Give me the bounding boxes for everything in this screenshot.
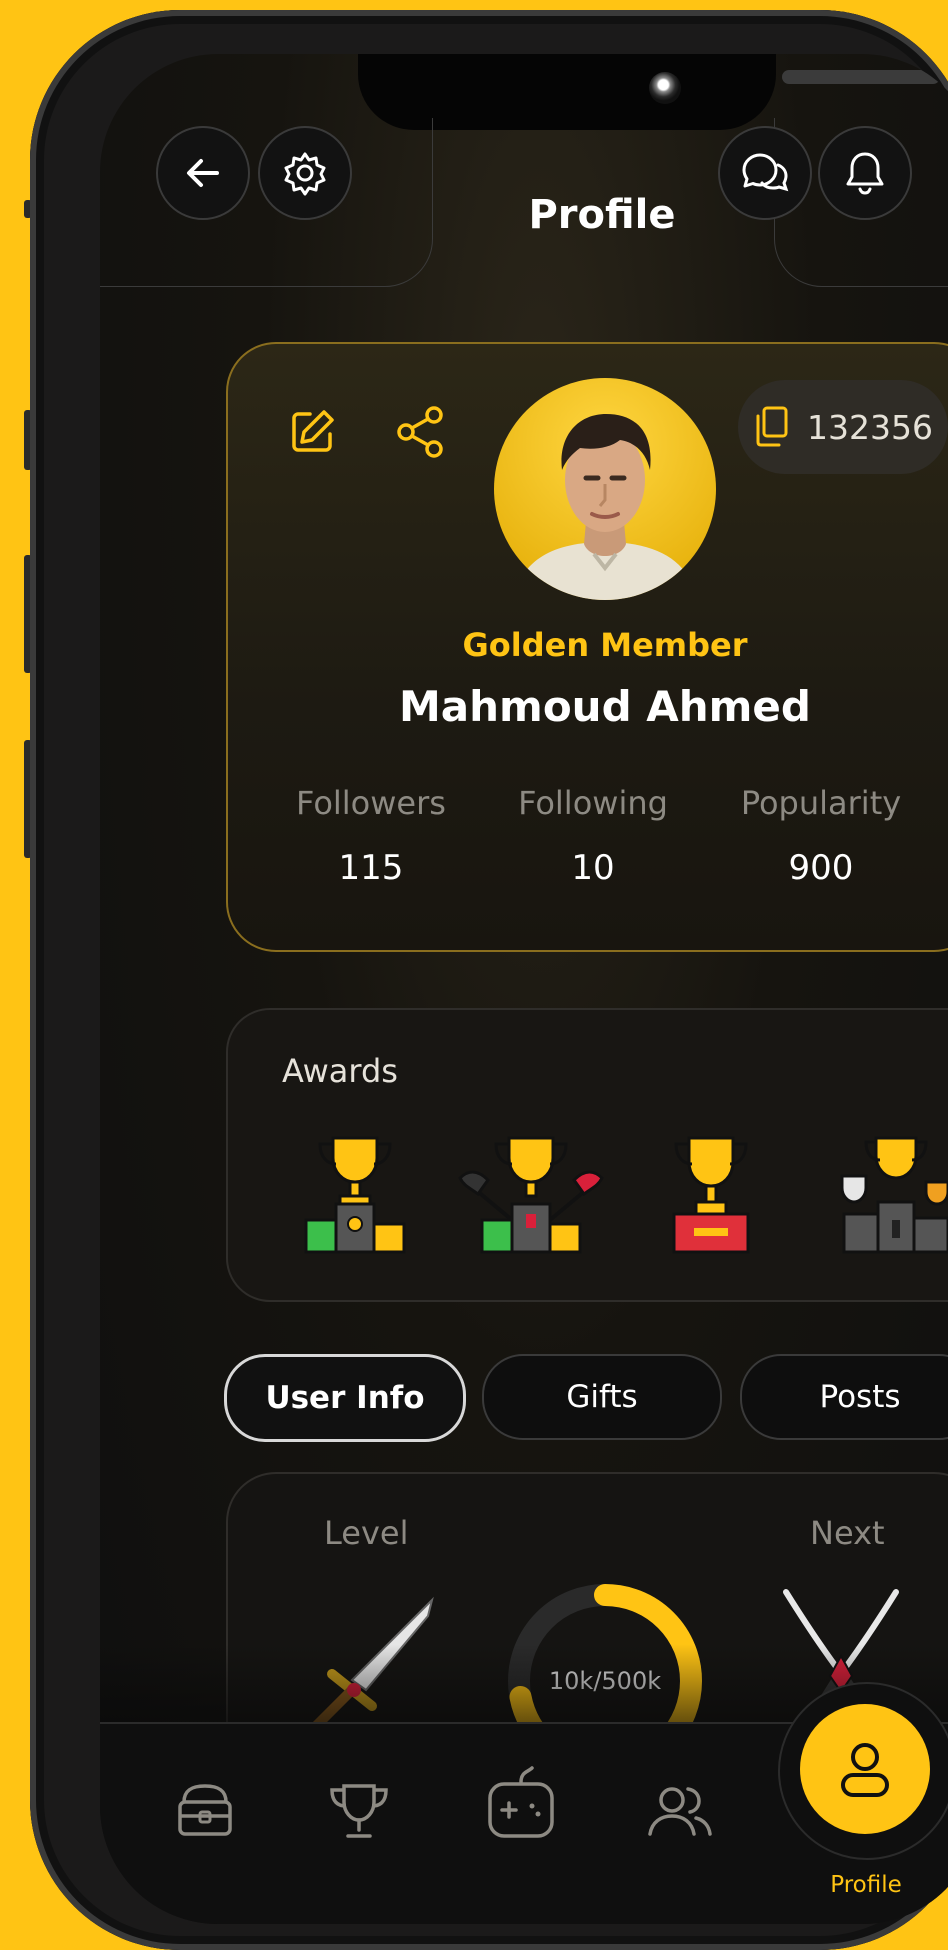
stat-label: Popularity [740, 784, 902, 822]
gear-icon [284, 152, 326, 196]
chat-button[interactable] [718, 126, 812, 220]
trophy-three-cups-icon[interactable] [838, 1130, 948, 1256]
nav-games[interactable] [486, 1764, 556, 1846]
trophy-podium-icon[interactable] [300, 1130, 410, 1256]
speaker [782, 70, 940, 84]
avatar[interactable] [494, 378, 716, 600]
arrow-left-icon [187, 159, 219, 187]
stat-value: 10 [571, 848, 615, 888]
chat-icon [742, 153, 789, 192]
stat-following[interactable]: Following 10 [478, 784, 708, 888]
user-name: Mahmoud Ahmed [399, 682, 811, 731]
stat-followers[interactable]: Followers 115 [256, 784, 486, 888]
stat-label: Following [518, 784, 668, 822]
member-tier: Golden Member [462, 626, 748, 664]
nav-friends[interactable] [644, 1780, 716, 1846]
stat-value: 115 [338, 848, 404, 888]
next-label: Next [810, 1514, 885, 1552]
gamepad-icon [488, 1766, 554, 1838]
nav-profile-label: Profile [830, 1872, 902, 1898]
camera-icon [649, 72, 681, 104]
user-id: 132356 [807, 407, 933, 447]
page-title: Profile [528, 192, 676, 238]
copy-id-button[interactable]: 132356 [738, 380, 948, 474]
settings-button[interactable] [258, 126, 352, 220]
awards-section: Awards [226, 1008, 948, 1302]
nav-chest[interactable] [174, 1780, 236, 1846]
tab-gifts[interactable]: Gifts [482, 1354, 722, 1440]
stat-label: Followers [296, 784, 446, 822]
header-left-frame [100, 118, 433, 287]
nav-trophy[interactable] [326, 1780, 392, 1846]
app-screen: Profile 132356 Golden Member Mahmoud Ahm… [100, 54, 948, 1924]
treasure-chest-icon [178, 1784, 232, 1836]
copy-icon [756, 406, 788, 447]
share-button[interactable] [394, 404, 446, 464]
user-icon [841, 1743, 889, 1797]
nav-profile[interactable] [800, 1704, 930, 1834]
trophy-flags-icon[interactable] [456, 1130, 606, 1256]
trophy-red-base-icon[interactable] [668, 1130, 754, 1256]
level-label: Level [324, 1514, 409, 1552]
edit-icon [292, 410, 334, 452]
notifications-button[interactable] [818, 126, 912, 220]
edit-button[interactable] [286, 406, 338, 462]
stat-value: 900 [788, 848, 854, 888]
users-icon [648, 1787, 712, 1836]
tab-user-info[interactable]: User Info [224, 1354, 466, 1442]
stat-popularity[interactable]: Popularity 900 [706, 784, 936, 888]
tab-posts[interactable]: Posts [740, 1354, 948, 1440]
trophy-icon [330, 1784, 388, 1838]
back-button[interactable] [156, 126, 250, 220]
profile-card: 132356 Golden Member Mahmoud Ahmed Follo… [226, 342, 948, 952]
avatar-portrait [514, 414, 696, 600]
phone-frame: Profile 132356 Golden Member Mahmoud Ahm… [30, 10, 948, 1950]
share-icon [397, 406, 443, 458]
bell-icon [846, 152, 884, 195]
awards-title: Awards [282, 1052, 398, 1090]
